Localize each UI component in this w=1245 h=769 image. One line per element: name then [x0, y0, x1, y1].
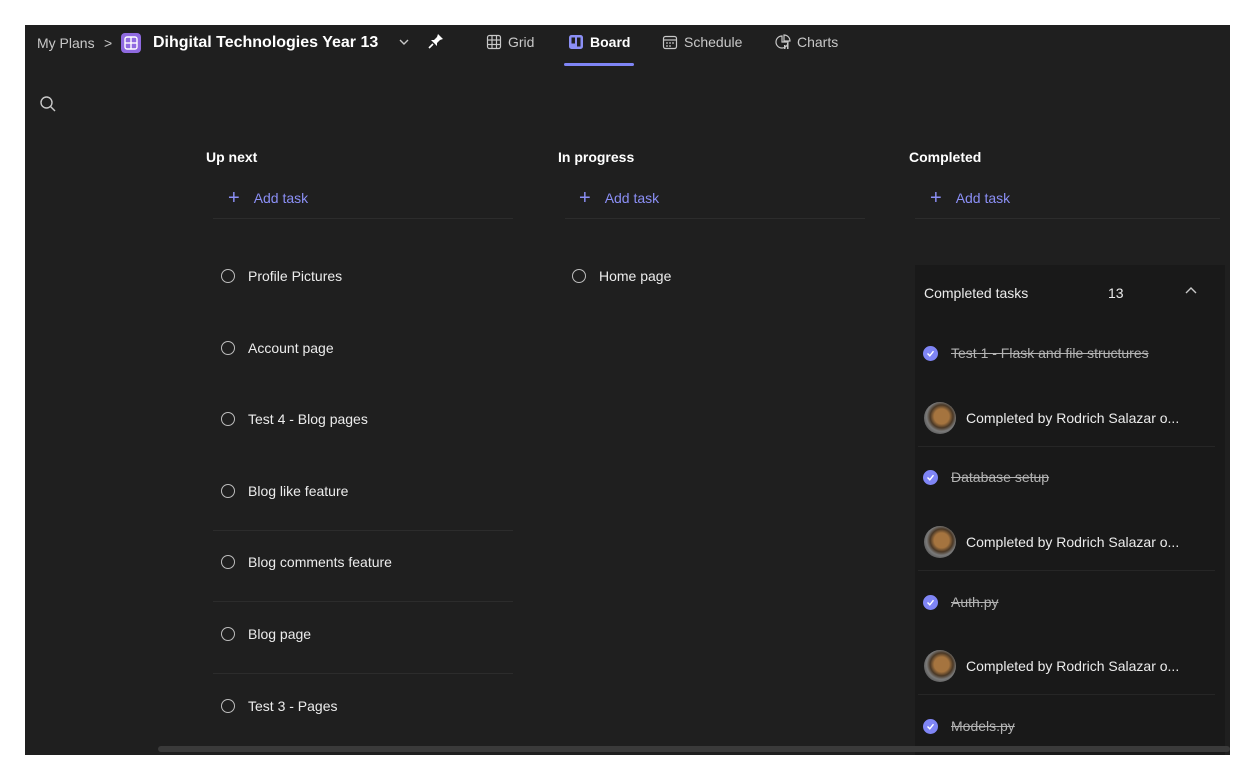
complete-circle-icon[interactable]: [221, 555, 235, 569]
tab-schedule-label: Schedule: [684, 34, 743, 50]
task-title: Blog like feature: [248, 483, 349, 499]
breadcrumb-separator: >: [104, 35, 113, 51]
completed-by-text: Completed by Rodrich Salazar o...: [966, 658, 1180, 674]
column-divider: [565, 218, 865, 219]
avatar: [924, 526, 956, 558]
add-task-label: Add task: [955, 190, 1011, 206]
card-divider: [918, 570, 1215, 571]
completed-tasks-header[interactable]: Completed tasks: [924, 285, 1028, 301]
card-divider: [918, 694, 1215, 695]
board-icon: [569, 35, 583, 49]
planner-app: My Plans > Dihgital Technologies Year 13…: [25, 25, 1230, 755]
chevron-down-icon[interactable]: [398, 35, 410, 53]
avatar: [924, 650, 956, 682]
plus-icon: +: [228, 187, 240, 209]
task-card[interactable]: Profile Pictures: [221, 268, 342, 284]
checkmark-icon[interactable]: [923, 718, 938, 734]
card-divider: [213, 673, 513, 674]
breadcrumb-my-plans[interactable]: My Plans: [37, 35, 95, 51]
task-card[interactable]: Account page: [221, 340, 334, 356]
column-title-in-progress: In progress: [558, 149, 635, 165]
completed-task-title: Database setup: [951, 469, 1050, 485]
column-divider: [915, 218, 1220, 219]
task-card[interactable]: Blog like feature: [221, 483, 348, 499]
checkmark-icon[interactable]: [923, 469, 938, 485]
add-task-button-completed[interactable]: + Add task: [930, 187, 1011, 209]
complete-circle-icon[interactable]: [221, 341, 235, 355]
chevron-up-icon[interactable]: [1184, 284, 1198, 303]
completed-task[interactable]: Database setup: [923, 469, 1049, 485]
tab-grid-label: Grid: [508, 34, 535, 50]
search-icon[interactable]: [39, 95, 57, 118]
task-title: Blog page: [248, 626, 312, 642]
pin-icon[interactable]: [427, 32, 445, 55]
checkmark-icon[interactable]: [923, 594, 938, 610]
add-task-button-up-next[interactable]: + Add task: [228, 187, 309, 209]
completed-by-row: Completed by Rodrich Salazar o...: [924, 402, 1179, 434]
completed-task[interactable]: Test 1 - Flask and file structures: [923, 345, 1149, 361]
task-title: Account page: [248, 340, 334, 356]
complete-circle-icon[interactable]: [221, 269, 235, 283]
plan-board-icon: [121, 33, 141, 53]
column-title-completed: Completed: [909, 149, 982, 165]
complete-circle-icon[interactable]: [572, 269, 586, 283]
completed-task-title: Auth.py: [951, 594, 999, 610]
card-divider: [918, 446, 1215, 447]
top-bar: My Plans > Dihgital Technologies Year 13…: [25, 25, 1230, 66]
completed-task[interactable]: Models.py: [923, 718, 1015, 734]
plus-icon: +: [579, 187, 591, 209]
task-title: Profile Pictures: [248, 268, 343, 284]
plan-title[interactable]: Dihgital Technologies Year 13: [153, 34, 378, 52]
add-task-button-in-progress[interactable]: + Add task: [579, 187, 660, 209]
task-card[interactable]: Blog page: [221, 626, 311, 642]
chart-icon: [775, 34, 791, 49]
active-tab-indicator: [564, 63, 634, 66]
complete-circle-icon[interactable]: [221, 627, 235, 641]
column-title-up-next: Up next: [206, 149, 258, 165]
completed-by-row: Completed by Rodrich Salazar o...: [924, 650, 1179, 682]
task-card[interactable]: Test 3 - Pages: [221, 698, 338, 714]
tab-schedule[interactable]: Schedule: [662, 34, 742, 50]
card-divider: [213, 530, 513, 531]
grid-icon: [486, 34, 502, 50]
task-card[interactable]: Home page: [572, 268, 671, 284]
completed-task-title: Models.py: [951, 718, 1015, 734]
add-task-label: Add task: [253, 190, 309, 206]
completed-task[interactable]: Auth.py: [923, 594, 998, 610]
complete-circle-icon[interactable]: [221, 484, 235, 498]
complete-circle-icon[interactable]: [221, 412, 235, 426]
plus-icon: +: [930, 187, 942, 209]
tab-charts-label: Charts: [797, 34, 839, 50]
task-title: Test 4 - Blog pages: [248, 411, 368, 427]
completed-count: 13: [1108, 285, 1124, 301]
task-title: Test 3 - Pages: [248, 698, 338, 714]
task-title: Home page: [599, 268, 672, 284]
tab-board-label: Board: [590, 34, 631, 50]
completed-by-row: Completed by Rodrich Salazar o...: [924, 526, 1179, 558]
add-task-label: Add task: [604, 190, 660, 206]
completed-task-title: Test 1 - Flask and file structures: [951, 345, 1149, 361]
tab-board[interactable]: Board: [568, 34, 630, 50]
completed-by-text: Completed by Rodrich Salazar o...: [966, 534, 1180, 550]
tab-charts[interactable]: Charts: [775, 34, 838, 50]
checkmark-icon[interactable]: [923, 345, 938, 361]
avatar: [924, 402, 956, 434]
tab-grid[interactable]: Grid: [486, 34, 534, 50]
complete-circle-icon[interactable]: [221, 699, 235, 713]
calendar-icon: [662, 35, 678, 50]
task-card[interactable]: Test 4 - Blog pages: [221, 411, 368, 427]
horizontal-scrollbar[interactable]: [158, 746, 1230, 752]
card-divider: [213, 601, 513, 602]
column-divider: [213, 218, 513, 219]
task-title: Blog comments feature: [248, 554, 392, 570]
task-card[interactable]: Blog comments feature: [221, 554, 392, 570]
completed-by-text: Completed by Rodrich Salazar o...: [966, 410, 1180, 426]
